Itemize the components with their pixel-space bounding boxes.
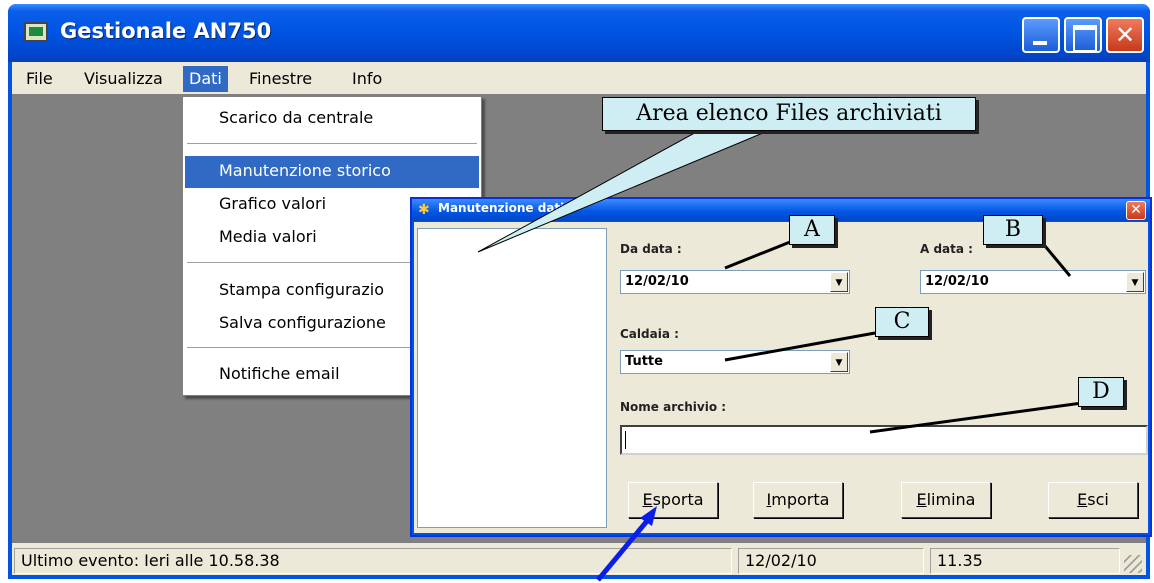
menu-item-manutenzione[interactable]: Manutenzione storico (185, 156, 479, 188)
resize-grip[interactable] (1124, 555, 1142, 573)
close-icon: ✕ (1130, 202, 1142, 218)
menu-file[interactable]: File (20, 66, 59, 92)
chevron-down-icon[interactable]: ▼ (830, 352, 848, 372)
menu-visualizza[interactable]: Visualizza (78, 66, 169, 92)
menu-bar: File Visualizza Dati Finestre Info (12, 62, 1146, 94)
screenshot-stage: Gestionale AN750 ✕ File Visualizza Dati … (0, 0, 1154, 583)
title-bar[interactable]: Gestionale AN750 ✕ (8, 4, 1150, 62)
dialog-title: Manutenzione dati (438, 201, 565, 215)
callout-c: C (875, 307, 929, 337)
menu-dati[interactable]: Dati (183, 66, 228, 92)
status-event: Ultimo evento: Ieri alle 10.58.38 (14, 548, 732, 574)
close-button[interactable]: ✕ (1106, 17, 1144, 53)
manutenzione-dialog: ✱ Manutenzione dati ✕ Da data : 12/02/10… (410, 197, 1152, 537)
nome-archivio-input[interactable] (620, 425, 1148, 455)
app-icon (24, 22, 48, 42)
status-bar: Ultimo evento: Ieri alle 10.58.38 12/02/… (12, 543, 1146, 575)
da-data-combo[interactable]: 12/02/10 ▼ (620, 270, 850, 294)
close-icon: ✕ (1114, 21, 1136, 49)
callout-d: D (1078, 377, 1124, 407)
da-data-value: 12/02/10 (625, 274, 689, 289)
caldaia-combo[interactable]: Tutte ▼ (620, 350, 850, 374)
esporta-button[interactable]: Esporta (628, 482, 718, 518)
caldaia-value: Tutte (625, 354, 663, 369)
callout-area-files: Area elenco Files archiviati (602, 97, 976, 131)
a-data-combo[interactable]: 12/02/10 ▼ (920, 270, 1146, 294)
window-title: Gestionale AN750 (60, 19, 272, 43)
importa-button[interactable]: Importa (753, 482, 843, 518)
minimize-button[interactable] (1022, 17, 1060, 53)
status-date: 12/02/10 (738, 548, 924, 574)
dialog-close-button[interactable]: ✕ (1126, 201, 1146, 220)
a-data-value: 12/02/10 (925, 274, 989, 289)
callout-a: A (789, 215, 835, 245)
elimina-button[interactable]: Elimina (901, 482, 991, 518)
esci-button[interactable]: Esci (1048, 482, 1138, 518)
a-data-label: A data : (920, 242, 973, 256)
maximize-button[interactable] (1064, 17, 1102, 53)
dialog-app-icon: ✱ (418, 202, 430, 218)
caldaia-label: Caldaia : (620, 327, 679, 341)
menu-item-scarico[interactable]: Scarico da centrale (185, 103, 479, 135)
menu-finestre[interactable]: Finestre (243, 66, 318, 92)
chevron-down-icon[interactable]: ▼ (1126, 272, 1144, 292)
file-list[interactable] (417, 228, 607, 528)
callout-b: B (983, 215, 1043, 245)
menu-info[interactable]: Info (346, 66, 388, 92)
nome-archivio-label: Nome archivio : (620, 400, 727, 414)
text-caret (625, 431, 626, 449)
chevron-down-icon[interactable]: ▼ (830, 272, 848, 292)
dialog-body: Da data : 12/02/10 ▼ A data : 12/02/10 ▼… (414, 222, 1148, 533)
status-time: 11.35 (930, 548, 1120, 574)
menu-separator (187, 143, 477, 145)
da-data-label: Da data : (620, 242, 682, 256)
